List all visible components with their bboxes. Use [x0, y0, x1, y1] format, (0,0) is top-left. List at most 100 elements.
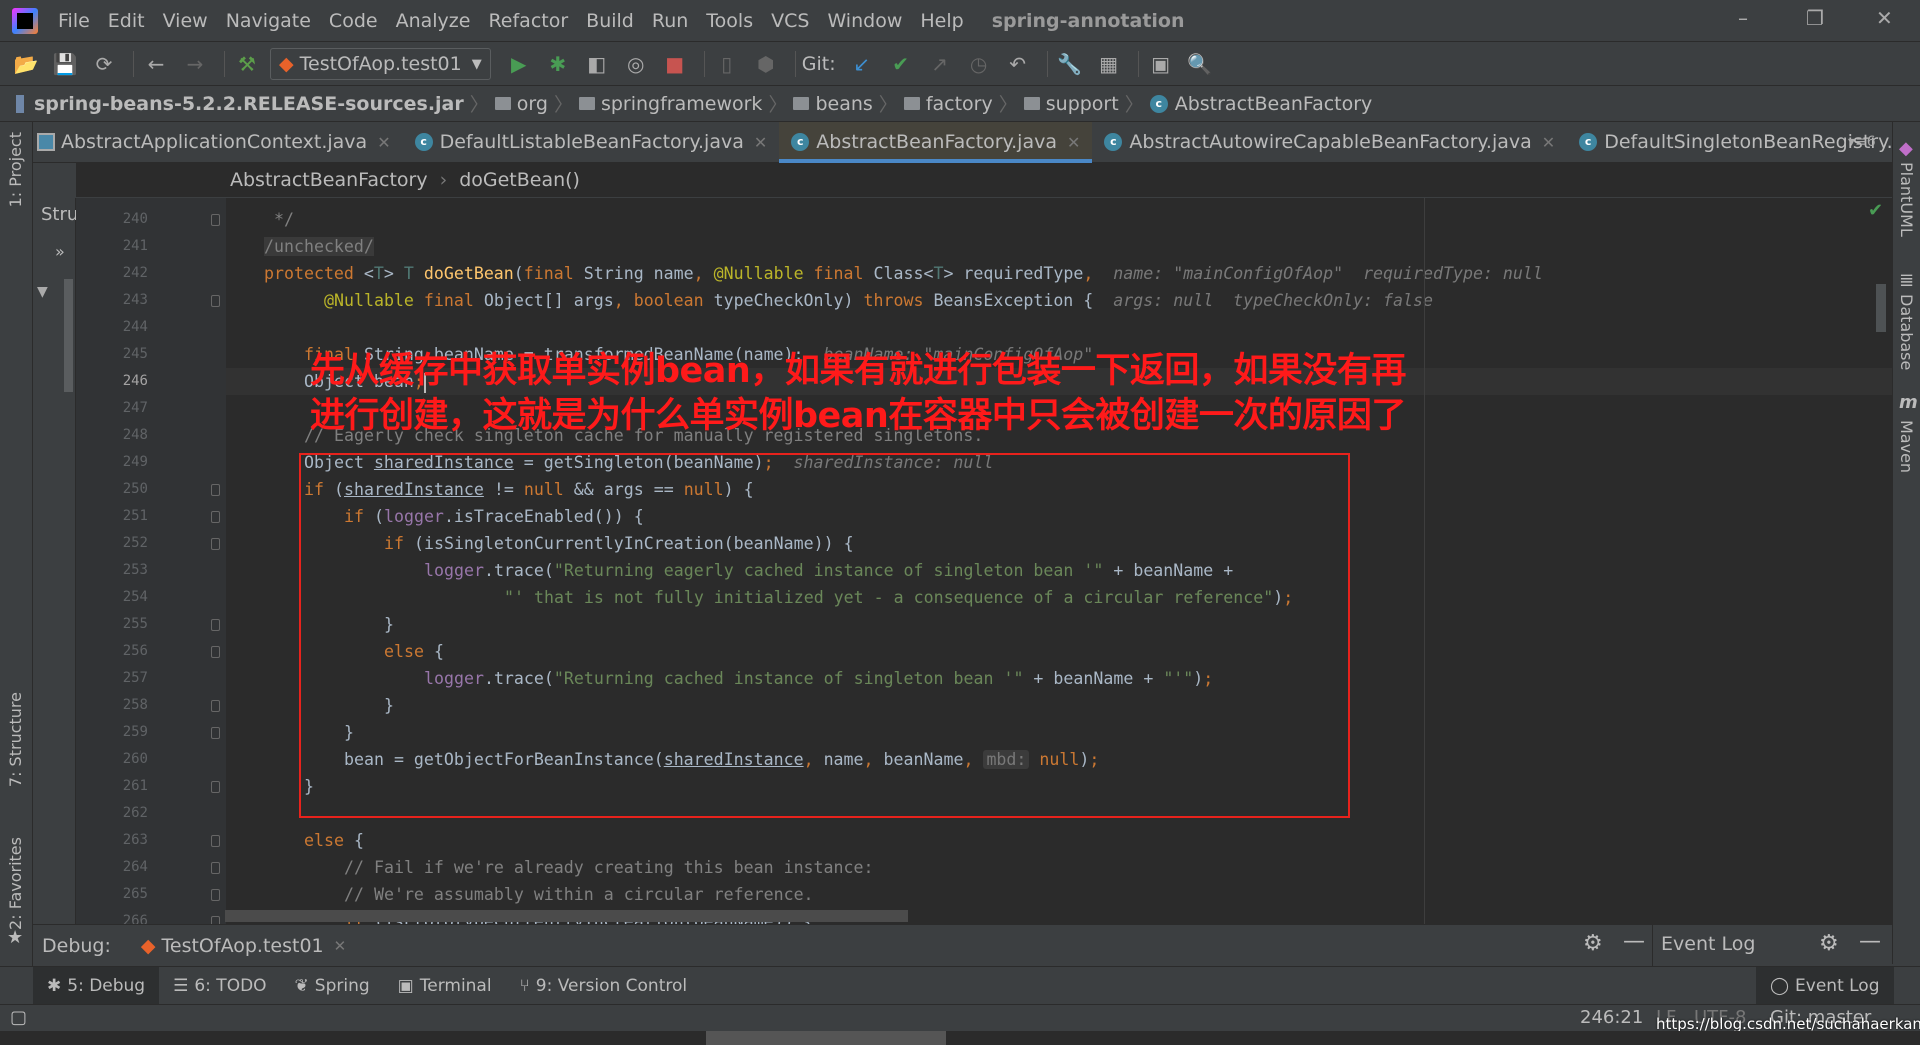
- breadcrumb-folder[interactable]: beans: [793, 90, 873, 117]
- close-session-icon[interactable]: ✕: [334, 937, 347, 955]
- close-tab-icon[interactable]: ✕: [1542, 133, 1555, 152]
- collapse-arrow-icon[interactable]: ▼: [37, 284, 48, 300]
- code-editor[interactable]: *//unchecked/protected <T> T doGetBean(f…: [226, 198, 1892, 924]
- editor-scrollbar[interactable]: [1876, 284, 1886, 332]
- save-icon[interactable]: 💾: [49, 52, 81, 76]
- sync-icon[interactable]: ⟳: [88, 52, 120, 76]
- code-line[interactable]: if (sharedInstance != null && args == nu…: [226, 476, 1892, 503]
- code-line[interactable]: bean = getObjectForBeanInstance(sharedIn…: [226, 746, 1892, 773]
- fold-marker-icon[interactable]: [211, 295, 220, 307]
- code-line[interactable]: if (isSingletonCurrentlyInCreation(beanN…: [226, 530, 1892, 557]
- breadcrumb-jar[interactable]: spring-beans-5.2.2.RELEASE-sources.jar: [34, 93, 464, 115]
- code-line[interactable]: [226, 314, 1892, 341]
- code-line[interactable]: }: [226, 773, 1892, 800]
- code-line[interactable]: // We're assumably within a circular ref…: [226, 881, 1892, 908]
- settings-wrench-icon[interactable]: 🔧: [1054, 52, 1086, 76]
- search-icon[interactable]: 🔍: [1184, 52, 1216, 76]
- menu-navigate[interactable]: Navigate: [226, 10, 311, 32]
- fold-marker-icon[interactable]: [211, 889, 220, 901]
- favorites-tool-button[interactable]: 2: Favorites: [6, 837, 25, 930]
- run-configuration-select[interactable]: ◆ TestOfAop.test01 ▼: [270, 48, 491, 80]
- back-icon[interactable]: ←: [140, 52, 172, 76]
- code-line[interactable]: */: [226, 206, 1892, 233]
- fold-marker-icon[interactable]: [211, 781, 220, 793]
- stop-icon[interactable]: ■: [659, 52, 691, 76]
- menu-refactor[interactable]: Refactor: [488, 10, 568, 32]
- code-line[interactable]: protected <T> T doGetBean(final String n…: [226, 260, 1892, 287]
- menu-run[interactable]: Run: [652, 10, 688, 32]
- menu-window[interactable]: Window: [827, 10, 902, 32]
- plantuml-tool-button[interactable]: PlantUML: [1897, 162, 1916, 237]
- expand-icon[interactable]: »: [55, 242, 65, 261]
- tool-window-versioncontrol[interactable]: ⑂ 9: Version Control: [506, 967, 702, 1005]
- git-update-icon[interactable]: ↙: [846, 52, 878, 76]
- breadcrumb-folder[interactable]: org: [494, 90, 548, 117]
- debug-session-tab[interactable]: TestOfAop.test01: [162, 935, 324, 957]
- close-window-button[interactable]: ✕: [1876, 6, 1893, 30]
- breadcrumb-class[interactable]: c AbstractBeanFactory: [1149, 93, 1372, 115]
- fold-marker-icon[interactable]: [211, 646, 220, 658]
- code-line[interactable]: logger.trace("Returning eagerly cached i…: [226, 557, 1892, 584]
- close-tab-icon[interactable]: ✕: [754, 133, 767, 152]
- close-tab-icon[interactable]: ✕: [377, 133, 390, 152]
- fold-marker-icon[interactable]: [211, 484, 220, 496]
- fold-marker-icon[interactable]: [211, 862, 220, 874]
- git-commit-icon[interactable]: ✔: [885, 52, 917, 76]
- event-log-minimize-icon[interactable]: —: [1859, 929, 1881, 954]
- code-line[interactable]: }: [226, 719, 1892, 746]
- menu-code[interactable]: Code: [329, 10, 378, 32]
- fold-marker-icon[interactable]: [211, 835, 220, 847]
- fold-marker-icon[interactable]: [211, 538, 220, 550]
- build-hammer-icon[interactable]: ⚒: [231, 52, 263, 76]
- event-log-button[interactable]: ◯ Event Log: [1756, 967, 1894, 1005]
- horizontal-scrollbar[interactable]: [225, 910, 908, 922]
- minimize-button[interactable]: –: [1738, 6, 1748, 30]
- menu-analyze[interactable]: Analyze: [396, 10, 471, 32]
- editor-tab[interactable]: AbstractApplicationContext.java ✕: [33, 122, 403, 163]
- forward-icon[interactable]: →: [179, 52, 211, 76]
- database-tool-button[interactable]: Database: [1897, 294, 1916, 370]
- menu-help[interactable]: Help: [920, 10, 963, 32]
- tool-window-terminal[interactable]: ▣ Terminal: [384, 967, 506, 1005]
- code-line[interactable]: @Nullable final Object[] args, boolean t…: [226, 287, 1892, 314]
- editor-tab[interactable]: c DefaultListableBeanFactory.java ✕: [403, 122, 780, 163]
- caret-position[interactable]: 246:21: [1580, 1007, 1643, 1028]
- fold-marker-icon[interactable]: [211, 214, 220, 226]
- code-line[interactable]: }: [226, 611, 1892, 638]
- code-line[interactable]: // Fail if we're already creating this b…: [226, 854, 1892, 881]
- tool-window-spring[interactable]: ❦ Spring: [281, 967, 384, 1005]
- tool-window-todo[interactable]: ☰ 6: TODO: [159, 967, 280, 1005]
- menu-file[interactable]: File: [58, 10, 90, 32]
- fold-marker-icon[interactable]: [211, 727, 220, 739]
- breadcrumb-folder[interactable]: springframework: [578, 90, 762, 117]
- code-line[interactable]: Object sharedInstance = getSingleton(bea…: [226, 449, 1892, 476]
- minimize-panel-icon[interactable]: —: [1623, 929, 1645, 954]
- fold-marker-icon[interactable]: [211, 511, 220, 523]
- structure-tool-button[interactable]: 7: Structure: [6, 692, 25, 787]
- code-line[interactable]: logger.trace("Returning cached instance …: [226, 665, 1892, 692]
- debug-icon[interactable]: ✱: [542, 52, 574, 76]
- run-icon[interactable]: ▶: [503, 52, 535, 76]
- open-folder-icon[interactable]: 📂: [10, 52, 42, 76]
- device-icon[interactable]: ▯: [711, 52, 743, 76]
- structure-scrollbar[interactable]: [64, 279, 73, 392]
- code-line[interactable]: else {: [226, 827, 1892, 854]
- tab-overflow-button[interactable]: ▾≡6: [1848, 134, 1876, 150]
- menu-edit[interactable]: Edit: [108, 10, 145, 32]
- tool-window-debug[interactable]: ✱ 5: Debug: [33, 966, 160, 1005]
- gear-icon[interactable]: ⚙: [1583, 931, 1603, 956]
- event-log-gear-icon[interactable]: ⚙: [1819, 931, 1839, 956]
- project-structure-icon[interactable]: ▦: [1093, 52, 1125, 76]
- editor-tab[interactable]: c AbstractAutowireCapableBeanFactory.java…: [1092, 122, 1567, 163]
- code-line[interactable]: }: [226, 692, 1892, 719]
- maven-tool-button[interactable]: Maven: [1897, 420, 1916, 473]
- code-line[interactable]: else {: [226, 638, 1892, 665]
- git-push-icon[interactable]: ↗: [924, 52, 956, 76]
- menu-view[interactable]: View: [163, 10, 208, 32]
- project-tool-button[interactable]: 1: Project: [6, 132, 25, 207]
- git-history-icon[interactable]: ◷: [963, 52, 995, 76]
- fold-marker-icon[interactable]: [211, 700, 220, 712]
- restore-button[interactable]: ❐: [1806, 6, 1824, 30]
- sdk-icon[interactable]: ⬢: [750, 52, 782, 76]
- code-line[interactable]: "' that is not fully initialized yet - a…: [226, 584, 1892, 611]
